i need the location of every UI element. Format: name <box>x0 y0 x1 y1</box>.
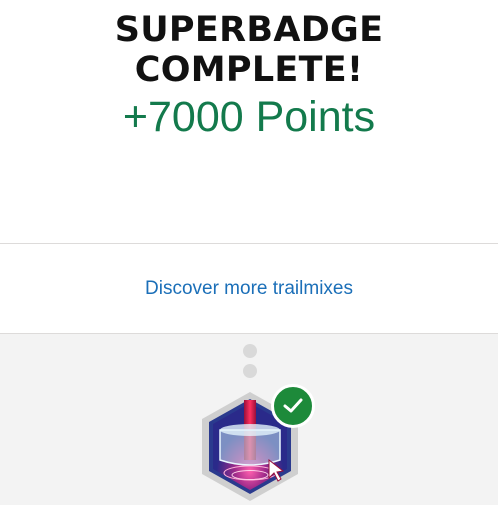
completion-title: SUPERBADGE COMPLETE! <box>114 10 384 90</box>
badge-section <box>0 334 498 505</box>
completed-check-badge <box>271 384 315 428</box>
checkmark-icon <box>283 398 303 413</box>
points-earned: +7000 Points <box>122 93 376 141</box>
completion-header: SUPERBADGE COMPLETE! +7000 Points <box>0 0 498 243</box>
discover-trailmixes-link[interactable]: Discover more trailmixes <box>145 278 353 300</box>
discover-row: Discover more trailmixes <box>0 244 498 333</box>
progress-dot <box>243 364 257 378</box>
progress-dot <box>243 344 257 358</box>
